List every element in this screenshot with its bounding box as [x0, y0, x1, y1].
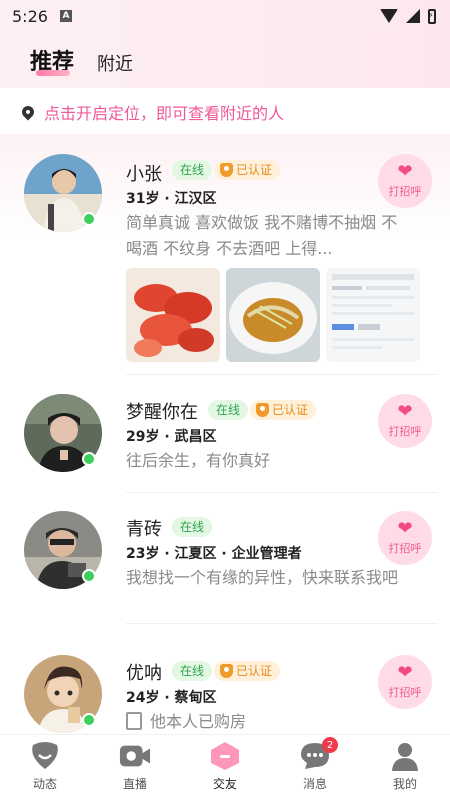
- heart-icon: ❤: [397, 161, 413, 182]
- online-status-dot: [82, 569, 96, 583]
- status-time: 5:26: [12, 6, 48, 26]
- user-bio: 他本人已购房: [126, 709, 401, 734]
- user-bio: 简单真诚 喜欢做饭 我不赌博不抽烟 不喝酒 不纹身 不去酒吧 上得...: [126, 213, 398, 258]
- tab-nearby[interactable]: 附近: [97, 50, 133, 76]
- location-prompt-bar[interactable]: 点击开启定位，即可查看附近的人: [0, 90, 450, 134]
- verified-badge: 已认证: [214, 160, 281, 180]
- divider: [126, 492, 438, 493]
- tab-dating[interactable]: 交友: [180, 735, 270, 800]
- tab-label: 交友: [212, 777, 237, 791]
- user-meta: 31岁 · 江汉区: [126, 191, 217, 207]
- shield-icon: [220, 664, 233, 678]
- user-card[interactable]: 优呐 在线 已认证 24岁 · 蔡甸区 他本人已购房 ❤ 打招呼: [0, 639, 450, 734]
- online-badge: 在线: [172, 160, 213, 180]
- greet-button[interactable]: ❤ 打招呼: [378, 655, 432, 709]
- wifi-icon: [380, 9, 398, 23]
- greet-label: 打招呼: [388, 542, 422, 555]
- online-status-dot: [82, 452, 96, 466]
- divider: [126, 374, 438, 375]
- top-tabs: 推荐 附近: [0, 32, 450, 88]
- app-notification-icon: A: [59, 10, 72, 22]
- greet-button[interactable]: ❤ 打招呼: [378, 511, 432, 565]
- heart-icon: ❤: [397, 518, 413, 539]
- user-card[interactable]: 小张 在线 已认证 31岁 · 江汉区 简单真诚 喜欢做饭 我不赌博不抽烟 不喝…: [0, 134, 450, 375]
- bottom-tab-bar: 动态 直播 交友 2 消息 我的: [0, 734, 450, 800]
- shield-icon: [256, 403, 269, 417]
- online-status-dot: [82, 713, 96, 727]
- tab-label: 动态: [32, 777, 57, 791]
- tab-label: 我的: [392, 777, 417, 791]
- greet-label: 打招呼: [388, 425, 422, 438]
- user-name: 优呐: [126, 663, 162, 684]
- message-count-badge: 2: [322, 737, 338, 753]
- online-status-dot: [82, 212, 96, 226]
- verified-badge: 已认证: [214, 661, 281, 681]
- shield-icon: [220, 163, 233, 177]
- user-meta: 23岁 · 江夏区 · 企业管理者: [126, 546, 302, 562]
- signal-icon: [406, 9, 420, 23]
- online-badge: 在线: [172, 661, 213, 681]
- user-name: 小张: [126, 164, 162, 185]
- greet-label: 打招呼: [388, 686, 422, 699]
- user-card[interactable]: 青砖 在线 23岁 · 江夏区 · 企业管理者 我想找一个有缘的异性，快来联系我…: [0, 499, 450, 625]
- status-right: [380, 8, 436, 24]
- tab-active-indicator: [36, 70, 70, 76]
- greet-label: 打招呼: [388, 185, 422, 198]
- dating-icon: [209, 741, 241, 771]
- tab-label: 直播: [122, 777, 147, 791]
- tab-profile[interactable]: 我的: [360, 735, 450, 800]
- person-icon: [389, 741, 421, 771]
- house-icon: [126, 712, 142, 730]
- user-meta: 24岁 · 蔡甸区: [126, 690, 217, 706]
- video-camera-icon: [119, 741, 151, 771]
- user-meta: 29岁 · 武昌区: [126, 429, 217, 445]
- tab-label: 消息: [302, 777, 327, 791]
- battery-icon: [428, 8, 436, 24]
- user-card[interactable]: 梦醒你在 在线 已认证 29岁 · 武昌区 往后余生，有你真好 ❤ 打招呼: [0, 382, 450, 496]
- user-name: 青砖: [126, 519, 162, 540]
- verified-badge: 已认证: [250, 400, 317, 420]
- heart-icon: ❤: [397, 662, 413, 683]
- photo-thumbnail[interactable]: [126, 268, 220, 362]
- online-badge: 在线: [208, 400, 249, 420]
- status-bar: 5:26 A: [0, 0, 450, 32]
- greet-button[interactable]: ❤ 打招呼: [378, 394, 432, 448]
- tab-live[interactable]: 直播: [90, 735, 180, 800]
- tab-messages[interactable]: 2 消息: [270, 735, 360, 800]
- user-feed: 小张 在线 已认证 31岁 · 江汉区 简单真诚 喜欢做饭 我不赌博不抽烟 不喝…: [0, 134, 450, 734]
- photo-gallery: [126, 268, 420, 362]
- user-bio: 往后余生，有你真好: [126, 451, 271, 470]
- photo-thumbnail[interactable]: [326, 268, 420, 362]
- location-prompt-text[interactable]: 点击开启定位，即可查看附近的人: [44, 100, 284, 124]
- divider: [126, 623, 438, 624]
- greet-button[interactable]: ❤ 打招呼: [378, 154, 432, 208]
- user-bio: 我想找一个有缘的异性，快来联系我吧: [126, 568, 399, 587]
- moments-icon: [29, 741, 61, 771]
- online-badge: 在线: [172, 517, 213, 537]
- tab-moments[interactable]: 动态: [0, 735, 90, 800]
- heart-icon: ❤: [397, 401, 413, 422]
- photo-thumbnail[interactable]: [226, 268, 320, 362]
- user-name: 梦醒你在: [126, 402, 198, 423]
- location-pin-icon: [19, 103, 37, 121]
